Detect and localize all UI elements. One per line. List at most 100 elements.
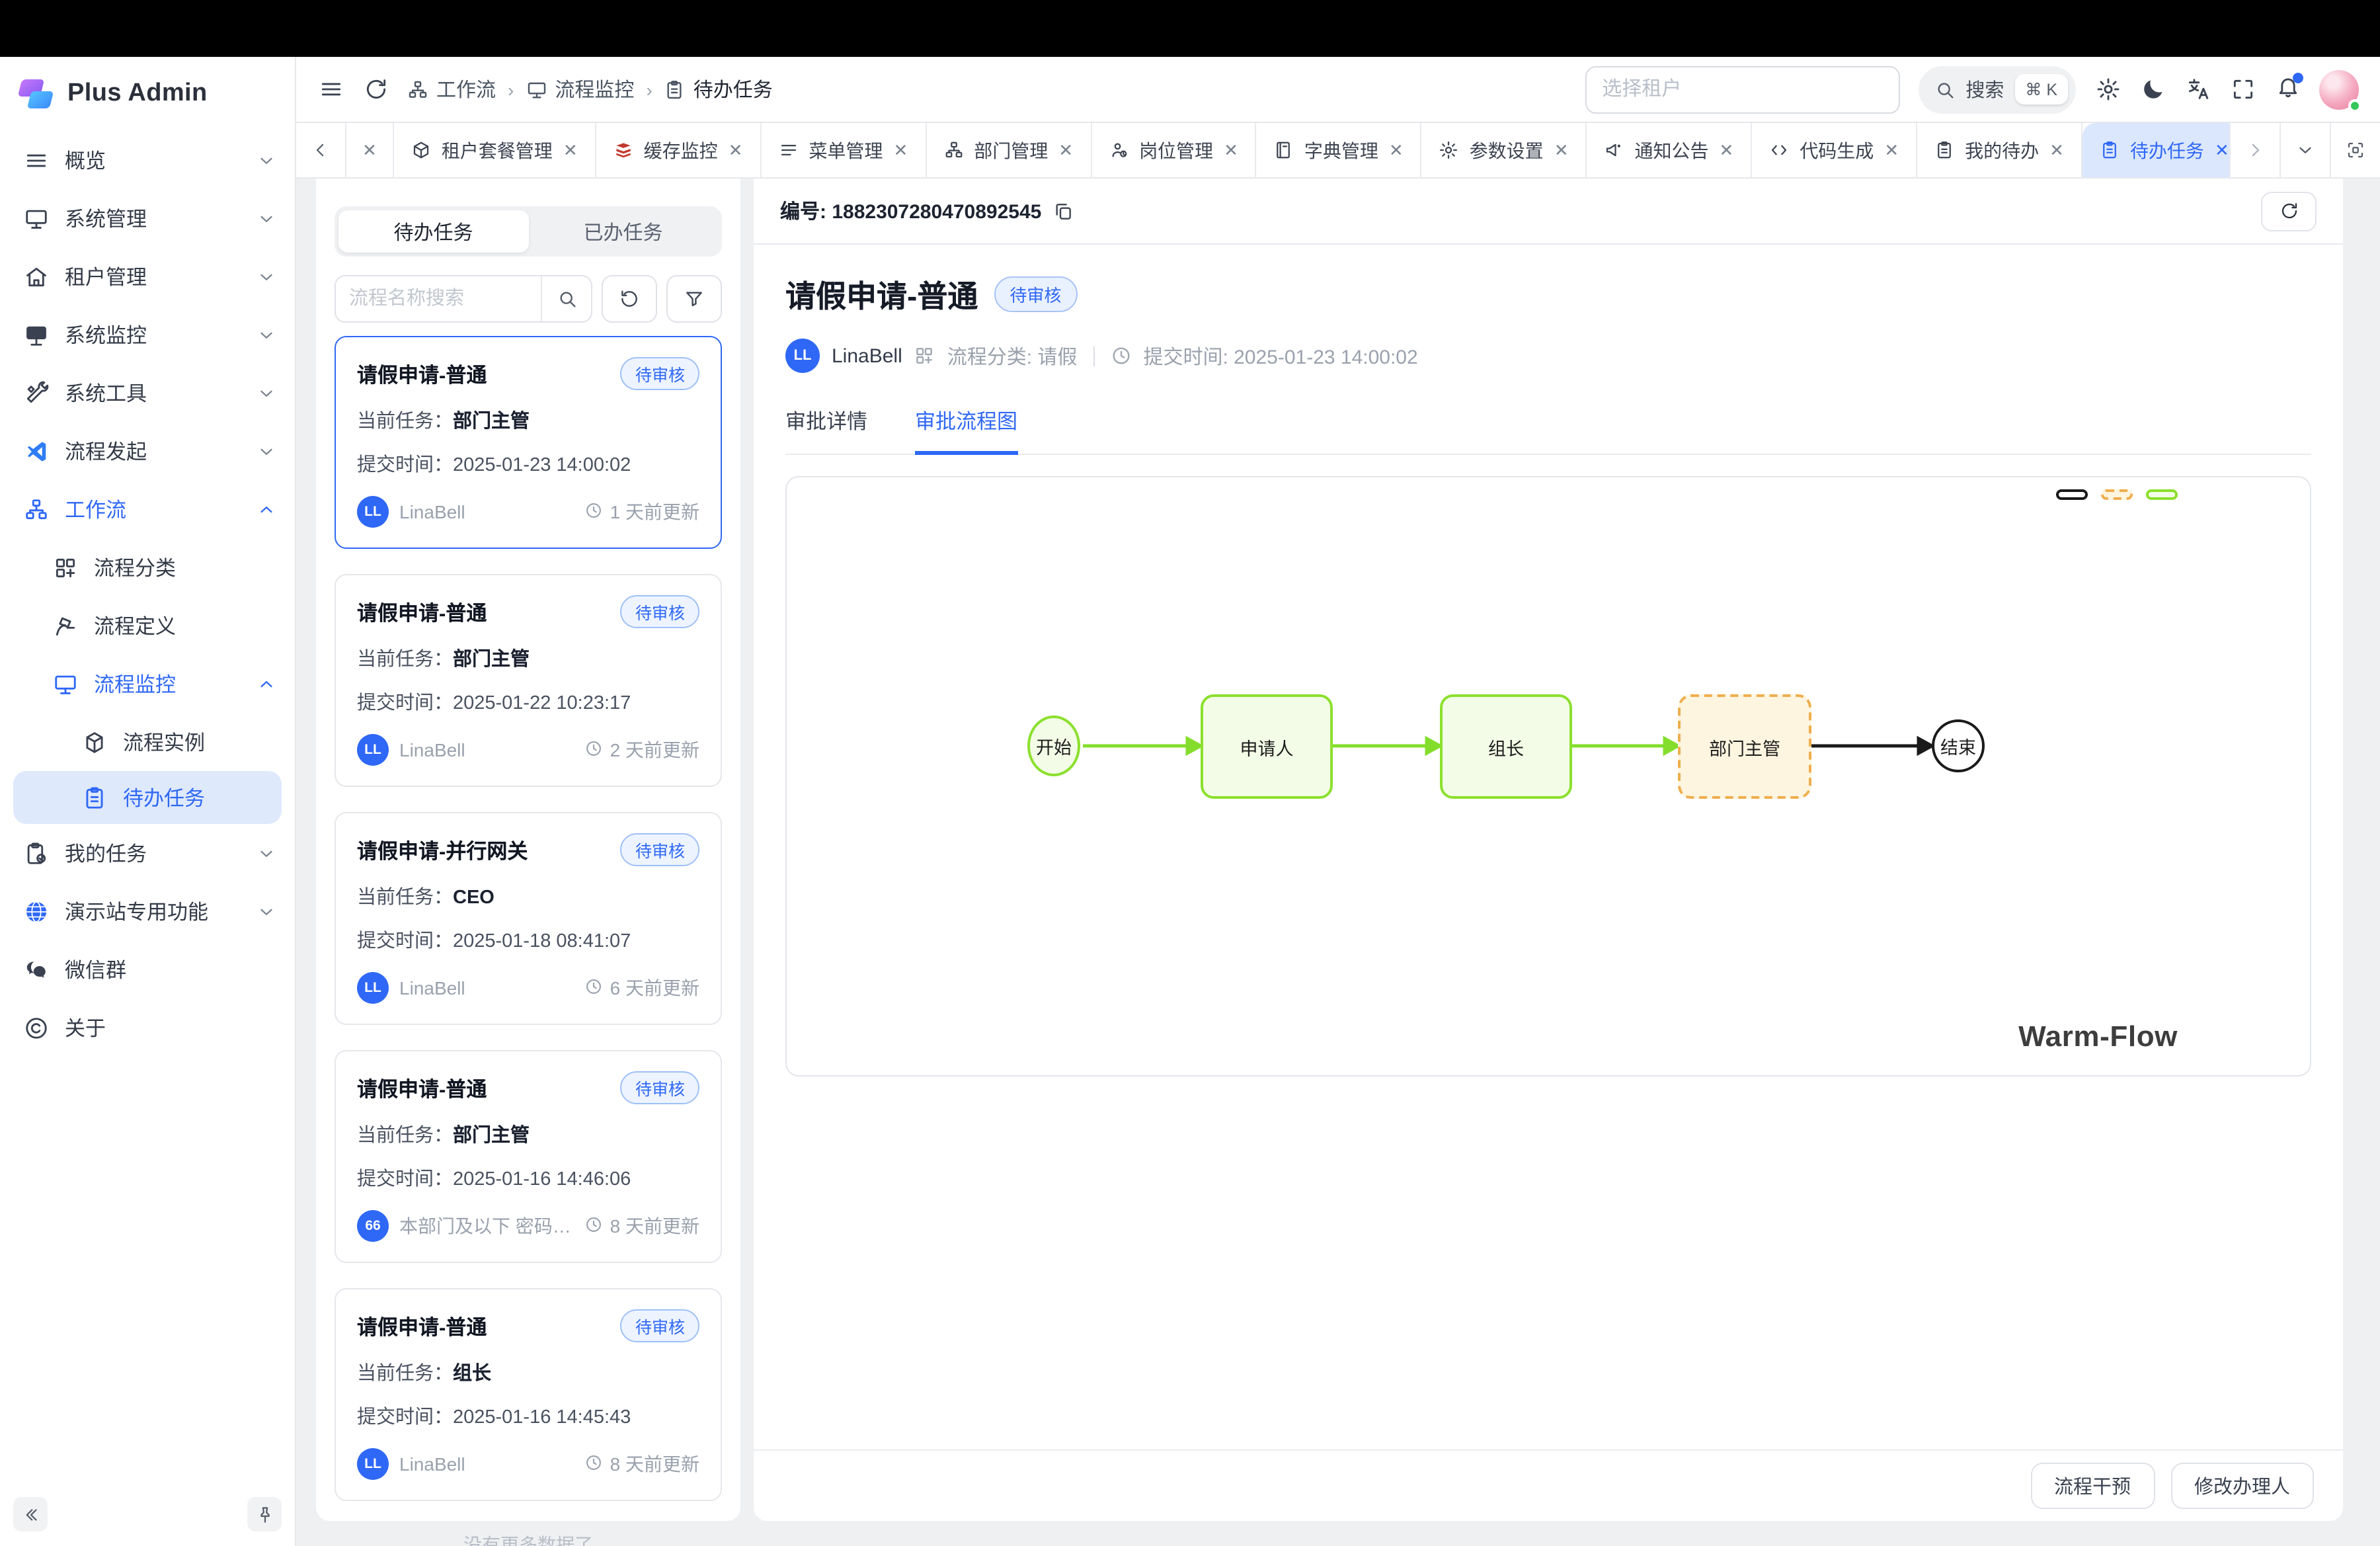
task-card[interactable]: 请假申请-普通 待审核 当前任务：部门主管 提交时间：2025-01-22 10… <box>335 574 722 787</box>
task-icon <box>24 840 49 866</box>
chevron-icon <box>257 674 276 694</box>
flow-node[interactable]: 组长 <box>1440 694 1572 799</box>
task-card[interactable]: 请假申请-并行网关 待审核 当前任务：CEO 提交时间：2025-01-18 0… <box>335 812 722 1025</box>
current-task-value: 部门主管 <box>453 1125 530 1147</box>
sidebar-item-label: 系统监控 <box>65 320 241 349</box>
language-translate-icon[interactable] <box>2184 76 2211 102</box>
close-tab-icon[interactable]: ✕ <box>362 142 377 159</box>
sidebar-item[interactable]: 系统管理 <box>0 189 295 247</box>
sidebar-footer <box>0 1483 295 1546</box>
close-tab-icon[interactable]: ✕ <box>893 142 908 159</box>
task-card-list: 请假申请-普通 待审核 当前任务：部门主管 提交时间：2025-01-23 14… <box>316 336 740 1501</box>
search-icon <box>1934 79 1955 100</box>
task-card[interactable]: 请假申请-普通 待审核 当前任务：组长 提交时间：2025-01-16 14:4… <box>335 1288 722 1501</box>
sidebar-item[interactable]: 关于 <box>0 998 295 1057</box>
task-search-input[interactable] <box>336 276 541 321</box>
sidebar-item-label: 租户管理 <box>65 262 241 291</box>
action-button[interactable]: 修改办理人 <box>2170 1463 2314 1509</box>
close-tab-icon[interactable]: ✕ <box>563 142 578 159</box>
page-tab[interactable]: 部门管理 ✕ <box>926 123 1091 177</box>
breadcrumb-process-monitor[interactable]: 流程监控 <box>526 75 634 103</box>
page-tab[interactable]: 参数设置 ✕ <box>1422 123 1587 177</box>
pin-sidebar-button[interactable] <box>247 1497 282 1531</box>
close-tab-icon[interactable]: ✕ <box>1058 142 1073 159</box>
global-search[interactable]: 搜索 ⌘ K <box>1918 65 2076 113</box>
close-tab-icon[interactable]: ✕ <box>729 142 743 159</box>
dark-mode-moon-icon[interactable] <box>2139 76 2166 102</box>
action-button[interactable]: 流程干预 <box>2030 1463 2155 1509</box>
sidebar-item[interactable]: 微信群 <box>0 940 295 998</box>
page-tab[interactable]: 通知公告 ✕ <box>1587 123 1753 177</box>
sidebar-item[interactable]: 演示站专用功能 <box>0 882 295 940</box>
task-card[interactable]: 请假申请-普通 待审核 当前任务：部门主管 提交时间：2025-01-16 14… <box>335 1050 722 1263</box>
copy-icon[interactable] <box>1052 200 1073 222</box>
define-icon <box>53 613 78 638</box>
app-logo[interactable]: Plus Admin <box>0 57 295 131</box>
task-search-button[interactable] <box>541 276 591 321</box>
detail-tab[interactable]: 审批流程图 <box>915 406 1017 455</box>
tabs-dropdown-button[interactable] <box>2280 123 2330 177</box>
page-tab[interactable]: 字典管理 ✕ <box>1257 123 1422 177</box>
task-card[interactable]: 请假申请-普通 待审核 当前任务：部门主管 提交时间：2025-01-23 14… <box>335 336 722 549</box>
hamburger-icon[interactable] <box>317 76 344 102</box>
sidebar-item[interactable]: 我的任务 <box>0 824 295 882</box>
clipboard-icon <box>82 785 107 810</box>
page-tab[interactable]: 岗位管理 ✕ <box>1091 123 1257 177</box>
grid-icon <box>53 555 78 580</box>
collapse-sidebar-button[interactable] <box>13 1497 48 1531</box>
page-tab-bar: ✕ 租户套餐管理 ✕ 缓存监控 ✕ 菜单管理 ✕ 部门管理 ✕ <box>296 123 2380 179</box>
sidebar-item[interactable]: 流程实例 <box>0 713 295 771</box>
page-tab[interactable]: ✕ <box>346 123 394 177</box>
page-tab[interactable]: 缓存监控 ✕ <box>596 123 762 177</box>
page-tab[interactable]: 租户套餐管理 ✕ <box>394 123 596 177</box>
close-tab-icon[interactable]: ✕ <box>1554 142 1569 159</box>
sidebar-item[interactable]: 租户管理 <box>0 247 295 305</box>
sidebar-item[interactable]: 工作流 <box>0 480 295 538</box>
user-avatar[interactable] <box>2319 69 2359 109</box>
breadcrumb-workflow[interactable]: 工作流 <box>407 75 496 103</box>
flow-node[interactable]: 部门主管 <box>1678 694 1811 799</box>
close-tab-icon[interactable]: ✕ <box>1720 142 1734 159</box>
sidebar-item[interactable]: 待办任务 <box>13 771 282 824</box>
flow-diagram-canvas[interactable]: 开始申请人组长部门主管结束 Warm-Flow <box>785 476 2311 1077</box>
task-type-tab[interactable]: 已办任务 <box>528 210 718 253</box>
content-fullscreen-button[interactable] <box>2330 123 2380 177</box>
close-tab-icon[interactable]: ✕ <box>2049 142 2064 159</box>
detail-actions: 流程干预修改办理人 <box>754 1449 2343 1521</box>
refresh-detail-button[interactable] <box>2261 191 2317 231</box>
refresh-page-icon[interactable] <box>362 76 389 102</box>
tabs-scroll-right-button[interactable] <box>2229 123 2280 177</box>
sidebar-item[interactable]: 流程监控 <box>0 655 295 713</box>
task-reset-button[interactable] <box>602 275 657 323</box>
detail-tab[interactable]: 审批详情 <box>785 406 867 455</box>
notifications-bell-icon[interactable] <box>2274 76 2301 102</box>
chevron-icon <box>257 843 276 863</box>
tenant-select-input[interactable] <box>1585 65 1899 113</box>
close-tab-icon[interactable]: ✕ <box>2215 142 2229 159</box>
sidebar-item[interactable]: 系统工具 <box>0 364 295 422</box>
page-tab[interactable]: 我的待办 ✕ <box>1917 123 2082 177</box>
close-tab-icon[interactable]: ✕ <box>1389 142 1404 159</box>
close-tab-icon[interactable]: ✕ <box>1224 142 1238 159</box>
breadcrumb-todo-tasks[interactable]: 待办任务 <box>664 75 773 103</box>
initiator-avatar: LL <box>357 972 389 1004</box>
fullscreen-icon[interactable] <box>2229 76 2256 102</box>
close-tab-icon[interactable]: ✕ <box>1884 142 1899 159</box>
sidebar-item[interactable]: 流程发起 <box>0 422 295 480</box>
page-tab[interactable]: 代码生成 ✕ <box>1752 123 1917 177</box>
page-tab[interactable]: 菜单管理 ✕ <box>761 123 926 177</box>
flow-node[interactable]: 结束 <box>1932 719 1985 772</box>
gear-icon <box>1439 140 1459 160</box>
sidebar-item[interactable]: 系统监控 <box>0 305 295 364</box>
flow-node[interactable]: 申请人 <box>1201 694 1333 799</box>
settings-gear-icon[interactable] <box>2094 76 2121 102</box>
page-tab[interactable]: 待办任务 ✕ <box>2082 123 2229 177</box>
task-filter-button[interactable] <box>666 275 722 323</box>
sidebar-item[interactable]: 流程分类 <box>0 538 295 596</box>
task-type-tab[interactable]: 待办任务 <box>338 210 528 253</box>
sidebar-item[interactable]: 概览 <box>0 131 295 189</box>
chevron-icon <box>257 383 276 403</box>
tabs-scroll-left-button[interactable] <box>296 123 346 177</box>
flow-node[interactable]: 开始 <box>1027 715 1080 776</box>
sidebar-item[interactable]: 流程定义 <box>0 596 295 655</box>
